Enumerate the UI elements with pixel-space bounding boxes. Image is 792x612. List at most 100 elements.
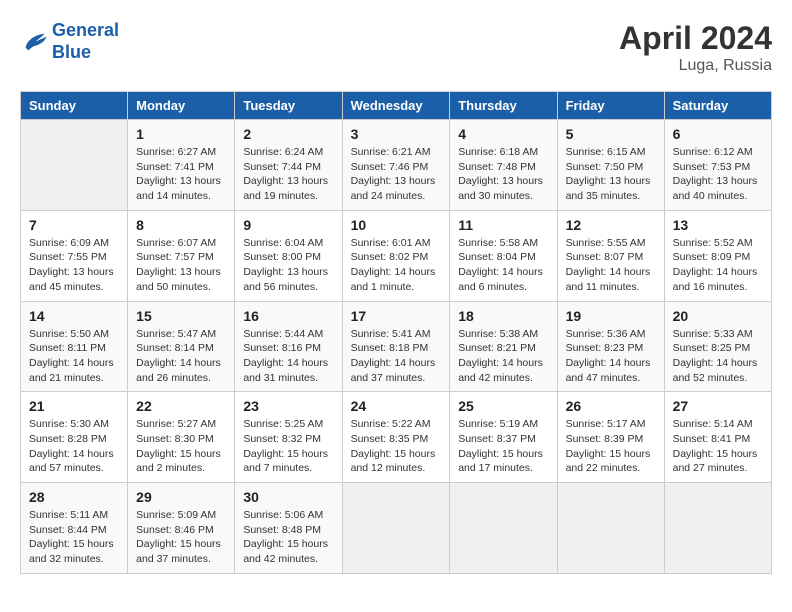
calendar-cell xyxy=(342,483,450,574)
calendar-cell: 22 Sunrise: 5:27 AMSunset: 8:30 PMDayligh… xyxy=(128,392,235,483)
day-info: Sunrise: 5:06 AMSunset: 8:48 PMDaylight:… xyxy=(243,508,333,567)
day-info: Sunrise: 6:01 AMSunset: 8:02 PMDaylight:… xyxy=(351,236,442,295)
day-info: Sunrise: 5:25 AMSunset: 8:32 PMDaylight:… xyxy=(243,417,333,476)
day-number: 13 xyxy=(673,217,763,233)
calendar-cell: 28 Sunrise: 5:11 AMSunset: 8:44 PMDayligh… xyxy=(21,483,128,574)
day-info: Sunrise: 5:09 AMSunset: 8:46 PMDaylight:… xyxy=(136,508,226,567)
day-info: Sunrise: 6:24 AMSunset: 7:44 PMDaylight:… xyxy=(243,145,333,204)
day-info: Sunrise: 5:41 AMSunset: 8:18 PMDaylight:… xyxy=(351,327,442,386)
calendar-cell: 3 Sunrise: 6:21 AMSunset: 7:46 PMDaylight… xyxy=(342,120,450,211)
calendar-cell: 2 Sunrise: 6:24 AMSunset: 7:44 PMDaylight… xyxy=(235,120,342,211)
calendar-cell: 21 Sunrise: 5:30 AMSunset: 8:28 PMDayligh… xyxy=(21,392,128,483)
day-number: 23 xyxy=(243,398,333,414)
calendar-cell: 13 Sunrise: 5:52 AMSunset: 8:09 PMDayligh… xyxy=(664,210,771,301)
calendar-cell: 25Sunrise: 5:19 AMSunset: 8:37 PMDayligh… xyxy=(450,392,557,483)
week-row-3: 14 Sunrise: 5:50 AMSunset: 8:11 PMDayligh… xyxy=(21,301,772,392)
day-number: 9 xyxy=(243,217,333,233)
calendar-cell: 5Sunrise: 6:15 AMSunset: 7:50 PMDaylight… xyxy=(557,120,664,211)
day-number: 28 xyxy=(29,489,119,505)
day-number: 4 xyxy=(458,126,548,142)
day-info: Sunrise: 6:21 AMSunset: 7:46 PMDaylight:… xyxy=(351,145,442,204)
calendar-cell: 18Sunrise: 5:38 AMSunset: 8:21 PMDayligh… xyxy=(450,301,557,392)
day-number: 6 xyxy=(673,126,763,142)
header-tuesday: Tuesday xyxy=(235,92,342,120)
calendar-cell: 16 Sunrise: 5:44 AMSunset: 8:16 PMDayligh… xyxy=(235,301,342,392)
logo-icon xyxy=(20,28,48,56)
calendar-cell: 20Sunrise: 5:33 AMSunset: 8:25 PMDayligh… xyxy=(664,301,771,392)
header-monday: Monday xyxy=(128,92,235,120)
calendar-cell: 15 Sunrise: 5:47 AMSunset: 8:14 PMDayligh… xyxy=(128,301,235,392)
calendar-cell: 27Sunrise: 5:14 AMSunset: 8:41 PMDayligh… xyxy=(664,392,771,483)
calendar-cell: 26 Sunrise: 5:17 AMSunset: 8:39 PMDayligh… xyxy=(557,392,664,483)
calendar-table: SundayMondayTuesdayWednesdayThursdayFrid… xyxy=(20,91,772,574)
week-row-2: 7Sunrise: 6:09 AMSunset: 7:55 PMDaylight… xyxy=(21,210,772,301)
day-number: 25 xyxy=(458,398,548,414)
day-number: 3 xyxy=(351,126,442,142)
day-info: Sunrise: 5:27 AMSunset: 8:30 PMDaylight:… xyxy=(136,417,226,476)
day-number: 14 xyxy=(29,308,119,324)
day-info: Sunrise: 5:30 AMSunset: 8:28 PMDaylight:… xyxy=(29,417,119,476)
day-info: Sunrise: 6:12 AMSunset: 7:53 PMDaylight:… xyxy=(673,145,763,204)
title-block: April 2024 Luga, Russia xyxy=(619,20,772,75)
day-number: 16 xyxy=(243,308,333,324)
calendar-header-row: SundayMondayTuesdayWednesdayThursdayFrid… xyxy=(21,92,772,120)
day-info: Sunrise: 5:36 AMSunset: 8:23 PMDaylight:… xyxy=(566,327,656,386)
calendar-cell: 4 Sunrise: 6:18 AMSunset: 7:48 PMDaylight… xyxy=(450,120,557,211)
day-info: Sunrise: 5:58 AMSunset: 8:04 PMDaylight:… xyxy=(458,236,548,295)
day-info: Sunrise: 5:44 AMSunset: 8:16 PMDaylight:… xyxy=(243,327,333,386)
day-info: Sunrise: 6:18 AMSunset: 7:48 PMDaylight:… xyxy=(458,145,548,204)
header-thursday: Thursday xyxy=(450,92,557,120)
day-number: 8 xyxy=(136,217,226,233)
day-number: 21 xyxy=(29,398,119,414)
day-info: Sunrise: 5:52 AMSunset: 8:09 PMDaylight:… xyxy=(673,236,763,295)
header-sunday: Sunday xyxy=(21,92,128,120)
week-row-5: 28 Sunrise: 5:11 AMSunset: 8:44 PMDayligh… xyxy=(21,483,772,574)
day-info: Sunrise: 5:33 AMSunset: 8:25 PMDaylight:… xyxy=(673,327,763,386)
day-info: Sunrise: 5:55 AMSunset: 8:07 PMDaylight:… xyxy=(566,236,656,295)
day-info: Sunrise: 5:11 AMSunset: 8:44 PMDaylight:… xyxy=(29,508,119,567)
day-number: 29 xyxy=(136,489,226,505)
day-number: 10 xyxy=(351,217,442,233)
day-number: 24 xyxy=(351,398,442,414)
day-number: 1 xyxy=(136,126,226,142)
calendar-cell xyxy=(557,483,664,574)
day-number: 12 xyxy=(566,217,656,233)
logo-text: GeneralBlue xyxy=(52,20,119,63)
day-number: 7 xyxy=(29,217,119,233)
day-number: 2 xyxy=(243,126,333,142)
day-number: 5 xyxy=(566,126,656,142)
calendar-cell xyxy=(450,483,557,574)
day-number: 30 xyxy=(243,489,333,505)
calendar-title: April 2024 xyxy=(619,20,772,57)
calendar-cell: 6 Sunrise: 6:12 AMSunset: 7:53 PMDaylight… xyxy=(664,120,771,211)
calendar-cell: 12 Sunrise: 5:55 AMSunset: 8:07 PMDayligh… xyxy=(557,210,664,301)
day-number: 19 xyxy=(566,308,656,324)
day-number: 17 xyxy=(351,308,442,324)
calendar-cell xyxy=(21,120,128,211)
week-row-1: 1Sunrise: 6:27 AMSunset: 7:41 PMDaylight… xyxy=(21,120,772,211)
calendar-cell: 14 Sunrise: 5:50 AMSunset: 8:11 PMDayligh… xyxy=(21,301,128,392)
calendar-cell: 11Sunrise: 5:58 AMSunset: 8:04 PMDayligh… xyxy=(450,210,557,301)
day-number: 15 xyxy=(136,308,226,324)
day-info: Sunrise: 6:07 AMSunset: 7:57 PMDaylight:… xyxy=(136,236,226,295)
day-info: Sunrise: 5:50 AMSunset: 8:11 PMDaylight:… xyxy=(29,327,119,386)
calendar-cell: 8 Sunrise: 6:07 AMSunset: 7:57 PMDaylight… xyxy=(128,210,235,301)
header-friday: Friday xyxy=(557,92,664,120)
week-row-4: 21 Sunrise: 5:30 AMSunset: 8:28 PMDayligh… xyxy=(21,392,772,483)
calendar-cell: 17 Sunrise: 5:41 AMSunset: 8:18 PMDayligh… xyxy=(342,301,450,392)
logo: GeneralBlue xyxy=(20,20,119,63)
day-number: 18 xyxy=(458,308,548,324)
calendar-cell: 29 Sunrise: 5:09 AMSunset: 8:46 PMDayligh… xyxy=(128,483,235,574)
calendar-cell: 9Sunrise: 6:04 AMSunset: 8:00 PMDaylight… xyxy=(235,210,342,301)
calendar-cell: 23 Sunrise: 5:25 AMSunset: 8:32 PMDayligh… xyxy=(235,392,342,483)
calendar-cell xyxy=(664,483,771,574)
day-info: Sunrise: 5:17 AMSunset: 8:39 PMDaylight:… xyxy=(566,417,656,476)
day-number: 22 xyxy=(136,398,226,414)
day-info: Sunrise: 5:47 AMSunset: 8:14 PMDaylight:… xyxy=(136,327,226,386)
calendar-subtitle: Luga, Russia xyxy=(619,57,772,75)
calendar-cell: 7Sunrise: 6:09 AMSunset: 7:55 PMDaylight… xyxy=(21,210,128,301)
header-saturday: Saturday xyxy=(664,92,771,120)
day-number: 26 xyxy=(566,398,656,414)
day-info: Sunrise: 5:22 AMSunset: 8:35 PMDaylight:… xyxy=(351,417,442,476)
day-number: 27 xyxy=(673,398,763,414)
